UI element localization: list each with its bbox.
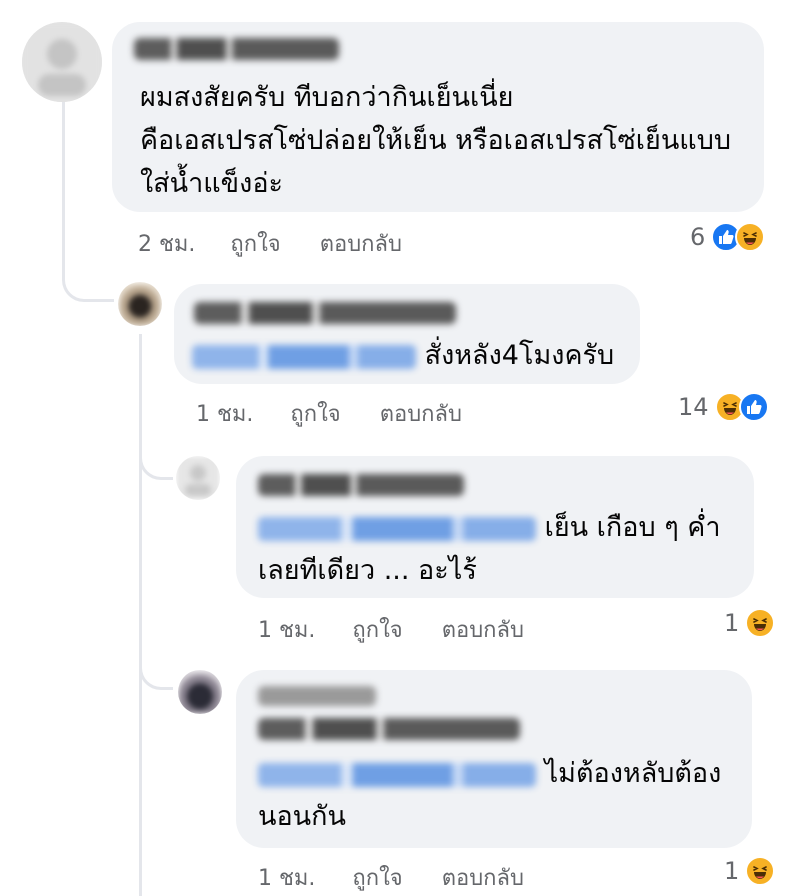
comment-timestamp[interactable]: 1 ชม.: [196, 396, 253, 431]
comment-timestamp[interactable]: 1 ชม.: [258, 860, 315, 895]
comment-text: ไม่ต้องหลับต้อง นอนกัน: [258, 758, 722, 832]
like-icon: [738, 392, 769, 422]
like-button[interactable]: ถูกใจ: [352, 612, 402, 647]
user-photo: [118, 282, 162, 326]
comment-bubble[interactable]: ไม่ต้องหลับต้อง นอนกัน: [236, 670, 752, 848]
avatar[interactable]: [118, 282, 162, 326]
comment-author-name[interactable]: [258, 718, 520, 740]
comment-meta: 1 ชม. ถูกใจ ตอบกลับ: [196, 396, 462, 431]
default-avatar-icon: [22, 22, 102, 102]
comment-author-badge: [258, 686, 376, 706]
reaction-count: 14: [678, 393, 709, 421]
reaction-summary[interactable]: 1: [724, 608, 776, 638]
comment-text: สั่งหลัง4โมงครับ: [192, 334, 614, 377]
haha-icon: [745, 856, 776, 886]
reply-button[interactable]: ตอบกลับ: [320, 226, 402, 261]
user-photo: [178, 670, 222, 714]
reaction-summary[interactable]: 1: [724, 856, 776, 886]
reply-button[interactable]: ตอบกลับ: [380, 396, 462, 431]
comment-meta: 2 ชม. ถูกใจ ตอบกลับ: [138, 226, 402, 261]
reaction-summary[interactable]: 14: [678, 392, 769, 422]
like-button[interactable]: ถูกใจ: [290, 396, 340, 431]
comment-author-name[interactable]: [258, 474, 464, 496]
thread-line-main: [62, 96, 65, 246]
thread-line-reply: [139, 334, 142, 896]
reaction-count: 6: [690, 223, 706, 251]
like-button[interactable]: ถูกใจ: [352, 860, 402, 895]
thread-elbow-reply-3: [139, 640, 173, 690]
comment-bubble[interactable]: สั่งหลัง4โมงครับ: [174, 284, 640, 384]
comment-meta: 1 ชม. ถูกใจ ตอบกลับ: [258, 612, 524, 647]
avatar[interactable]: [176, 456, 220, 500]
reply-button[interactable]: ตอบกลับ: [442, 612, 524, 647]
comment-bubble[interactable]: ผมสงสัยครับ ทีบอกว่ากินเย็นเนี่ย คือเอสเ…: [112, 22, 764, 212]
reply-button[interactable]: ตอบกลับ: [442, 860, 524, 895]
comment-author-name[interactable]: [134, 38, 339, 60]
haha-icon: [745, 608, 776, 638]
comment-meta: 1 ชม. ถูกใจ ตอบกลับ: [258, 860, 524, 895]
reaction-summary[interactable]: 6: [690, 222, 766, 252]
comment-text: เย็น เกือบ ๆ ค่ำ เลยทีเดียว ... อะไร้: [258, 512, 721, 586]
default-avatar-icon: [176, 456, 220, 500]
thread-elbow-reply-2: [139, 430, 173, 480]
reaction-count: 1: [724, 609, 740, 637]
comment-timestamp[interactable]: 1 ชม.: [258, 612, 315, 647]
mentioned-user-link[interactable]: [258, 762, 536, 787]
mentioned-user-link[interactable]: [258, 516, 536, 541]
avatar[interactable]: [178, 670, 222, 714]
comment-text: ผมสงสัยครับ ทีบอกว่ากินเย็นเนี่ย คือเอสเ…: [140, 82, 731, 199]
thread-elbow-reply-1: [62, 240, 114, 302]
comment-author-name[interactable]: [194, 302, 456, 324]
haha-icon: [735, 222, 766, 252]
comment-timestamp[interactable]: 2 ชม.: [138, 226, 195, 261]
avatar[interactable]: [22, 22, 102, 102]
like-button[interactable]: ถูกใจ: [230, 226, 280, 261]
reaction-count: 1: [724, 857, 740, 885]
comment-bubble[interactable]: เย็น เกือบ ๆ ค่ำ เลยทีเดียว ... อะไร้: [236, 456, 754, 598]
mentioned-user-link[interactable]: [192, 344, 416, 369]
